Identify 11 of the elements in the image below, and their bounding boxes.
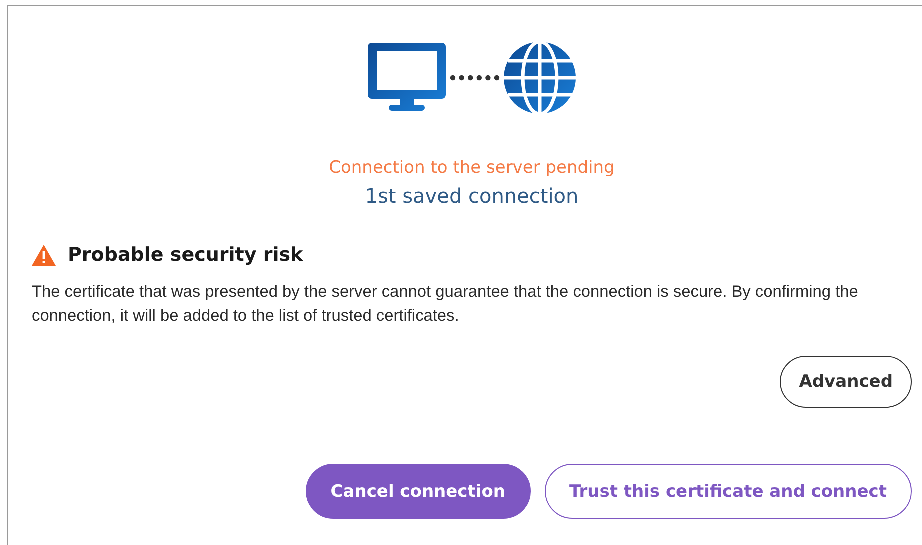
globe-icon — [504, 42, 576, 114]
warning-title: Probable security risk — [68, 244, 304, 266]
monitor-icon — [368, 43, 446, 113]
connection-name: 1st saved connection — [364, 184, 580, 208]
advanced-button[interactable]: Advanced — [780, 356, 912, 408]
connection-status: Connection to the server pending — [328, 158, 616, 178]
cancel-button[interactable]: Cancel connection — [306, 464, 530, 519]
dotted-line-icon — [450, 75, 500, 81]
warning-icon — [32, 244, 56, 266]
trust-button[interactable]: Trust this certificate and connect — [544, 464, 912, 519]
warning-message: The certificate that was presented by the server cannot guarantee that the connection is secure. By confirming the connection, it will be added to the list of trusted certificates. — [32, 282, 860, 327]
